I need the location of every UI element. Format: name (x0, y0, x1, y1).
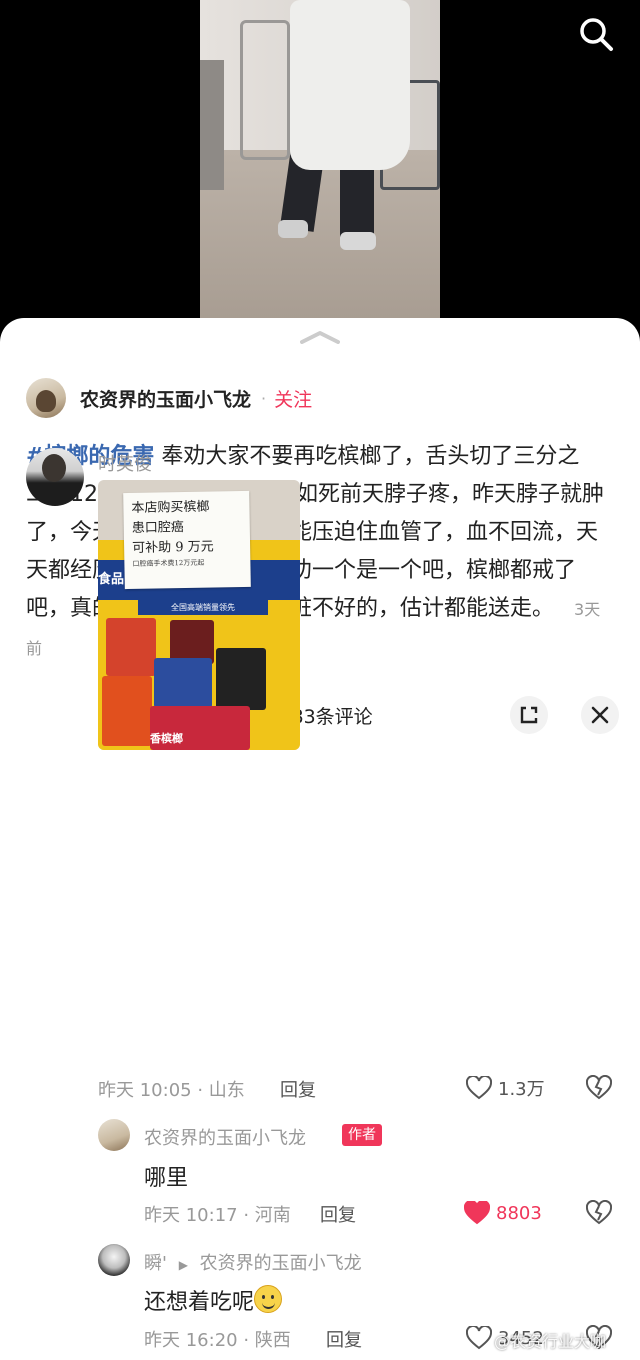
comment-time-location: 昨天 16:20 · 陕西 (144, 1330, 291, 1351)
image-sign: 本店购买槟榔 患口腔癌 可补助 9 万元 口腔癌手术费12万元起 (123, 490, 251, 590)
reply-text-container: 还想着吃呢 (144, 1284, 283, 1316)
post-author: 农资界的玉面小飞龙 · 关注 (26, 378, 312, 418)
author-badge: 作者 (342, 1124, 382, 1146)
smile-emoji-icon (254, 1285, 283, 1313)
image-sign-line: 本店购买槟榔 (131, 499, 210, 516)
close-icon[interactable] (581, 696, 619, 734)
image-banner-text: 全国高端销量领先 (138, 600, 268, 615)
reply-avatar[interactable] (98, 1244, 130, 1276)
comment-image[interactable]: 食品区 全国高端销量领先 香槟榔 本店购买槟榔 患口腔癌 可补助 9 万元 口腔… (98, 480, 300, 750)
video-person-shoe (340, 232, 376, 250)
video-player[interactable] (0, 0, 640, 320)
comment-time-location: 昨天 10:05 · 山东 (98, 1080, 245, 1101)
collapse-handle-icon[interactable] (300, 330, 340, 344)
search-icon[interactable] (576, 14, 616, 54)
broken-heart-icon[interactable] (586, 1075, 612, 1101)
like-button[interactable]: 8803 (464, 1200, 542, 1226)
broken-heart-icon[interactable] (586, 1200, 612, 1226)
reply-avatar[interactable] (98, 1119, 130, 1151)
comment-username[interactable]: 时英俊 (98, 450, 152, 476)
like-button[interactable]: 1.3万 (466, 1075, 545, 1101)
comment-time-location: 昨天 10:17 · 河南 (144, 1205, 291, 1226)
image-package (216, 648, 266, 710)
image-sign-line: 患口腔癌 (131, 520, 184, 536)
image-package (102, 676, 152, 746)
comments-header: 3883条评论 (0, 690, 640, 740)
image-package (154, 658, 212, 708)
image-brand-text: 香槟榔 (150, 732, 183, 745)
image-sign-line: 可补助 9 万元 (132, 539, 214, 556)
video-cabinet (200, 60, 224, 190)
reply-to-username[interactable]: 农资界的玉面小飞龙 (200, 1253, 362, 1274)
video-person-coat (290, 0, 410, 170)
author-avatar[interactable] (26, 378, 66, 418)
reply-username[interactable]: 瞬' (144, 1253, 167, 1274)
reply-arrow-icon: ▶ (178, 1258, 188, 1272)
heart-icon (466, 1076, 492, 1100)
reply-text: 还想着吃呢 (144, 1290, 255, 1315)
author-name[interactable]: 农资界的玉面小飞龙 (80, 385, 251, 412)
reply-button[interactable]: 回复 (326, 1326, 362, 1352)
like-count: 8803 (496, 1202, 542, 1224)
comment-avatar[interactable] (26, 448, 84, 506)
watermark: @农资行业大咖 (494, 1332, 607, 1351)
video-person-shoe (278, 220, 308, 238)
reply-username[interactable]: 农资界的玉面小飞龙 (144, 1124, 306, 1150)
image-sign-small: 口腔癌手术费12万元起 (132, 558, 205, 568)
heart-icon (466, 1326, 492, 1350)
reply-text: 哪里 (144, 1166, 189, 1191)
separator: · (261, 388, 267, 408)
reply-button[interactable]: 回复 (320, 1201, 356, 1227)
follow-button[interactable]: 关注 (274, 385, 312, 412)
video-machine (240, 20, 290, 160)
reply-username: 瞬' ▶ 农资界的玉面小飞龙 (144, 1249, 362, 1275)
image-package (106, 618, 156, 676)
heart-filled-icon (464, 1201, 490, 1225)
like-count: 1.3万 (498, 1079, 545, 1100)
video-frame (200, 0, 440, 320)
expand-icon[interactable] (510, 696, 548, 734)
reply-button[interactable]: 回复 (280, 1076, 316, 1102)
